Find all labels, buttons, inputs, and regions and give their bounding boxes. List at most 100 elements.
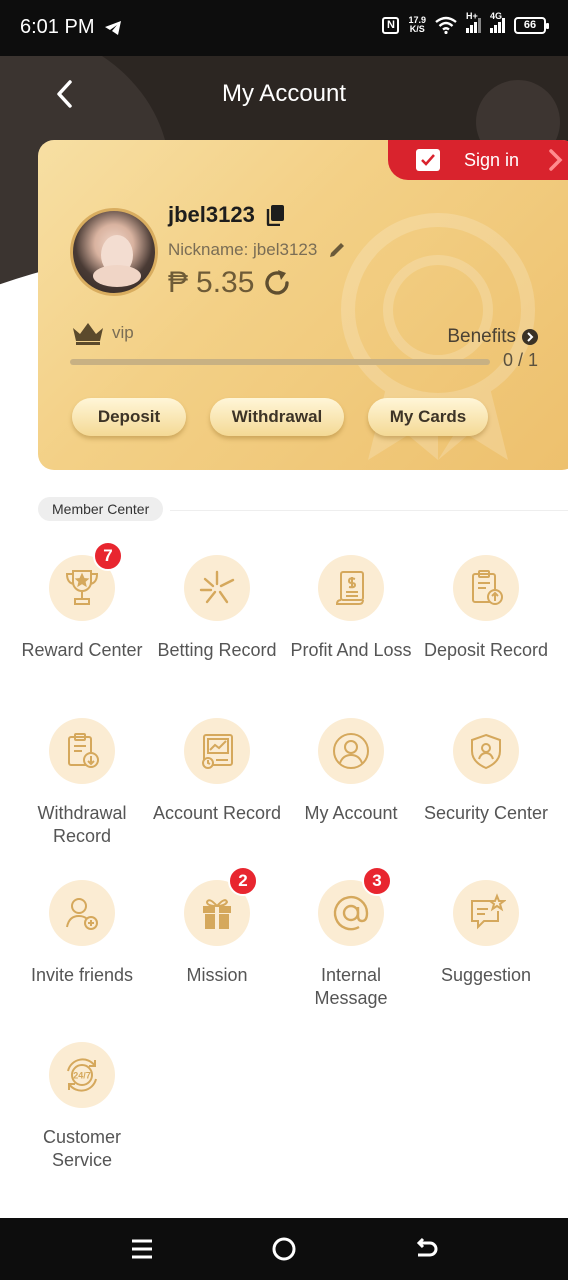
internal-message-icon-wrap: 3 bbox=[318, 866, 392, 946]
network-speed-unit: K/S bbox=[409, 24, 425, 34]
nav-back-button[interactable] bbox=[411, 1234, 441, 1264]
my-account-icon-wrap bbox=[318, 718, 384, 784]
menu-item-customer-service[interactable]: 24/7 Customer Service bbox=[15, 1042, 149, 1172]
menu-item-label: Profit And Loss bbox=[290, 640, 412, 660]
menu-item-security-center[interactable]: Security Center bbox=[419, 718, 553, 825]
edit-icon[interactable] bbox=[327, 240, 347, 260]
clipboard-download-icon bbox=[68, 733, 99, 768]
menu-item-label: Internal Message bbox=[314, 965, 388, 1008]
crown-icon bbox=[73, 323, 103, 345]
telegram-icon bbox=[105, 20, 122, 35]
menu-item-label: Deposit Record bbox=[423, 640, 549, 660]
customer-service-icon-wrap: 24/7 bbox=[49, 1042, 115, 1108]
menu-item-account-record[interactable]: Account Record bbox=[150, 718, 284, 825]
page-title: My Account bbox=[221, 80, 347, 107]
ledger-icon bbox=[202, 734, 233, 769]
menu-item-label: Invite friends bbox=[30, 965, 134, 985]
deposit-button[interactable]: Deposit bbox=[72, 398, 186, 436]
wifi-icon bbox=[435, 16, 457, 34]
suggestion-icon-wrap bbox=[453, 880, 519, 946]
trophy-icon bbox=[65, 570, 99, 605]
signal-icon-1: H+ bbox=[466, 11, 481, 33]
back-icon bbox=[416, 1237, 438, 1257]
menu-item-invite-friends[interactable]: Invite friends bbox=[15, 880, 149, 987]
menu-item-label: My Account bbox=[304, 803, 398, 823]
document-icon bbox=[335, 571, 364, 605]
sign-in-button[interactable]: Sign in bbox=[388, 140, 568, 180]
notification-badge: 7 bbox=[93, 541, 123, 571]
copy-icon[interactable] bbox=[265, 204, 285, 226]
username: jbel3123 bbox=[168, 202, 285, 228]
gift-icon bbox=[203, 899, 231, 929]
menu-item-label: Account Record bbox=[152, 803, 282, 823]
withdrawal-button[interactable]: Withdrawal bbox=[210, 398, 344, 436]
menu-item-withdrawal-record[interactable]: Withdrawal Record bbox=[15, 718, 149, 848]
balance-value: 5.35 bbox=[196, 266, 255, 299]
profit-loss-icon-wrap bbox=[318, 555, 384, 621]
divider bbox=[170, 510, 568, 511]
battery-icon: 66 bbox=[514, 16, 549, 34]
chevron-right-icon bbox=[549, 149, 563, 171]
avatar[interactable] bbox=[70, 208, 158, 296]
betting-record-icon-wrap bbox=[184, 555, 250, 621]
vip-progress-bar bbox=[70, 359, 490, 365]
clipboard-upload-icon bbox=[472, 570, 503, 605]
status-bar: 6:01 PM N 17.9 K/S H+ 4G 66 bbox=[0, 0, 568, 56]
vip-level: vip bbox=[70, 320, 134, 346]
circle-arrow-icon bbox=[522, 329, 538, 345]
menu-item-label: Mission bbox=[186, 965, 248, 985]
notification-badge: 3 bbox=[362, 866, 392, 896]
account-card: Sign in jbel3123 Nickname: jbel3123 ₱ 5.… bbox=[38, 140, 568, 470]
menu-item-profit-and-loss[interactable]: Profit And Loss bbox=[284, 555, 418, 662]
menu-item-internal-message[interactable]: 3 Internal Message bbox=[284, 866, 418, 1010]
status-icons: N 17.9 K/S H+ 4G 66 bbox=[382, 11, 549, 34]
currency-symbol: ₱ bbox=[168, 266, 189, 299]
menu-item-label: Suggestion bbox=[440, 965, 532, 985]
notification-badge: 2 bbox=[228, 866, 258, 896]
menu-item-betting-record[interactable]: Betting Record bbox=[150, 555, 284, 662]
nickname: Nickname: jbel3123 bbox=[168, 240, 347, 260]
menu-item-label: Reward Center bbox=[21, 640, 143, 660]
svg-text:24/7: 24/7 bbox=[73, 1071, 91, 1081]
invite-friends-icon-wrap bbox=[49, 880, 115, 946]
menu-item-mission[interactable]: 2 Mission bbox=[150, 866, 284, 987]
signal-label-2: 4G bbox=[490, 11, 503, 21]
refresh-icon[interactable] bbox=[262, 268, 292, 298]
menu-item-label: Customer Service bbox=[42, 1127, 122, 1170]
network-speed: 17.9 K/S bbox=[408, 16, 426, 34]
shield-icon bbox=[471, 733, 501, 770]
menu-item-label: Betting Record bbox=[157, 640, 277, 660]
benefits-link[interactable]: Benefits bbox=[447, 326, 538, 348]
message-star-icon bbox=[471, 893, 506, 930]
24-7-icon: 24/7 bbox=[67, 1058, 97, 1092]
my-cards-button[interactable]: My Cards bbox=[368, 398, 488, 436]
menu-item-my-account[interactable]: My Account bbox=[284, 718, 418, 825]
menu-item-label: Withdrawal Record bbox=[37, 803, 127, 846]
nickname-text: Nickname: jbel3123 bbox=[168, 240, 318, 259]
recent-apps-button[interactable] bbox=[127, 1234, 157, 1264]
clock: 6:01 PM bbox=[20, 16, 95, 38]
at-icon bbox=[333, 895, 369, 931]
member-center-title: Member Center bbox=[38, 497, 164, 521]
menu-item-reward-center[interactable]: 7 Reward Center bbox=[15, 541, 149, 662]
checkbox-icon bbox=[416, 149, 440, 171]
user-icon bbox=[333, 733, 369, 769]
status-time: 6:01 PM bbox=[20, 16, 122, 39]
sparkle-icon bbox=[199, 570, 235, 604]
add-user-icon bbox=[66, 898, 98, 930]
home-button[interactable] bbox=[269, 1234, 299, 1264]
home-icon bbox=[272, 1237, 296, 1261]
withdrawal-record-icon-wrap bbox=[49, 718, 115, 784]
deposit-record-icon-wrap bbox=[453, 555, 519, 621]
mission-icon-wrap: 2 bbox=[184, 866, 258, 946]
nfc-icon: N bbox=[382, 16, 400, 34]
vip-label: vip bbox=[112, 323, 134, 342]
menu-item-suggestion[interactable]: Suggestion bbox=[419, 880, 553, 987]
security-center-icon-wrap bbox=[453, 718, 519, 784]
vip-progress-text: 0 / 1 bbox=[502, 350, 538, 370]
benefits-label: Benefits bbox=[447, 326, 516, 347]
menu-icon bbox=[132, 1239, 152, 1259]
menu-item-deposit-record[interactable]: Deposit Record bbox=[419, 555, 553, 662]
balance: ₱ 5.35 bbox=[168, 266, 292, 300]
sign-in-label: Sign in bbox=[464, 149, 520, 170]
